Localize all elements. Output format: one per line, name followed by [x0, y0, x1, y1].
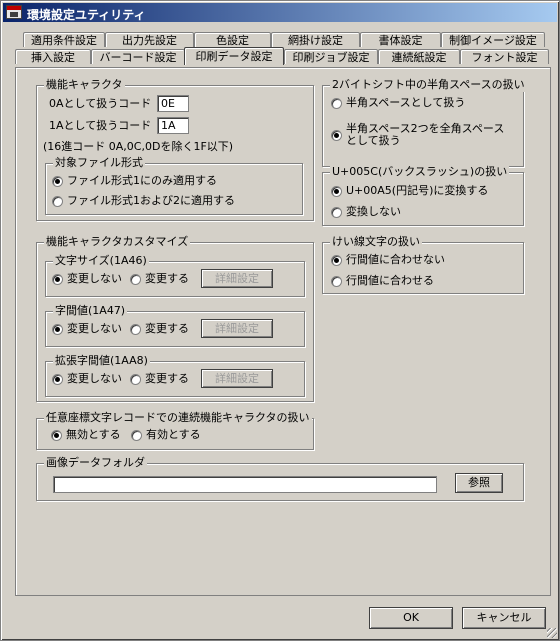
tab-print-data[interactable]: 印刷データ設定: [184, 47, 284, 65]
char-spacing-no-change-radio[interactable]: 変更しない: [52, 322, 122, 336]
char-spacing-legend: 字間値(1A47): [53, 304, 128, 318]
code-0a-input[interactable]: 0E: [157, 95, 189, 112]
ext-spacing-legend: 拡張字間値(1AA8): [53, 354, 150, 368]
radio-icon: [331, 97, 342, 109]
char-size-legend: 文字サイズ(1A46): [53, 254, 149, 268]
ruled-line-group: けい線文字の扱い 行間値に合わせない 行間値に合わせる: [322, 235, 524, 294]
shift-space-full-radio[interactable]: 半角スペース2つを全角スペース として扱う: [331, 123, 504, 147]
file-format-1-radio[interactable]: ファイル形式1にのみ適用する: [52, 174, 217, 188]
shift-space-group: 2バイトシフト中の半角スペースの扱い 半角スペースとして扱う 半角スペース2つを…: [322, 78, 527, 167]
ext-spacing-change-radio[interactable]: 変更する: [130, 372, 189, 386]
radio-icon: [130, 273, 141, 285]
char-size-change-radio[interactable]: 変更する: [130, 272, 189, 286]
tab-typeface[interactable]: 書体設定: [360, 32, 441, 47]
ruled-line-no-align-radio[interactable]: 行間値に合わせない: [331, 253, 445, 267]
char-size-detail-button[interactable]: 詳細設定: [201, 269, 273, 288]
radio-selected-icon: [331, 130, 342, 141]
tab-continuous-paper[interactable]: 連続紙設定: [378, 49, 460, 64]
file-format-group: 対象ファイル形式 ファイル形式1にのみ適用する ファイル形式1および2に適用する: [45, 156, 303, 215]
settings-window: 環境設定ユティリティ 適用条件設定 出力先設定 色設定 網掛け設定 書体設定 制…: [0, 0, 560, 641]
tab-color[interactable]: 色設定: [194, 32, 271, 47]
function-char-group: 機能キャラクタ 0Aとして扱うコード 0E 1Aとして扱うコード 1A (16進…: [36, 78, 314, 221]
browse-button[interactable]: 参照: [455, 473, 503, 493]
tab-output-destination[interactable]: 出力先設定: [105, 32, 194, 47]
continuous-char-group: 任意座標文字レコードでの連続機能キャラクタの扱い 無効とする 有効とする: [36, 411, 314, 450]
backslash-no-convert-radio[interactable]: 変換しない: [331, 205, 401, 219]
char-spacing-group: 字間値(1A47) 変更しない 変更する 詳細設定: [45, 304, 305, 347]
radio-selected-icon: [331, 185, 342, 197]
ext-spacing-no-change-radio[interactable]: 変更しない: [52, 372, 122, 386]
file-format-1-2-radio[interactable]: ファイル形式1および2に適用する: [52, 194, 235, 208]
char-size-group: 文字サイズ(1A46) 変更しない 変更する 詳細設定: [45, 254, 305, 297]
backslash-group: U+005C(バックスラッシュ)の扱い U+00A5(円記号)に変換する 変換し…: [322, 165, 524, 226]
resize-grip[interactable]: [547, 628, 557, 638]
radio-selected-icon: [51, 429, 62, 441]
shift-space-half-radio[interactable]: 半角スペースとして扱う: [331, 96, 465, 110]
code-1a-label: 1Aとして扱うコード: [49, 119, 152, 132]
code-range-note: (16進コード 0A,0C,0Dを除く1F以下): [43, 140, 234, 153]
continuous-invalid-radio[interactable]: 無効とする: [51, 428, 121, 442]
tab-apply-conditions[interactable]: 適用条件設定: [23, 32, 105, 47]
continuous-valid-radio[interactable]: 有効とする: [131, 428, 201, 442]
image-folder-input[interactable]: [53, 476, 437, 493]
char-size-no-change-radio[interactable]: 変更しない: [52, 272, 122, 286]
tab-panel-print-data: 機能キャラクタ 0Aとして扱うコード 0E 1Aとして扱うコード 1A (16進…: [15, 67, 551, 596]
function-char-legend: 機能キャラクタ: [44, 78, 125, 92]
ext-spacing-detail-button[interactable]: 詳細設定: [201, 369, 273, 388]
char-spacing-change-radio[interactable]: 変更する: [130, 322, 189, 336]
file-format-legend: 対象ファイル形式: [53, 156, 145, 170]
image-folder-group: 画像データフォルダ 参照: [36, 456, 524, 501]
radio-selected-icon: [52, 175, 63, 187]
code-1a-input[interactable]: 1A: [157, 117, 189, 134]
continuous-char-legend: 任意座標文字レコードでの連続機能キャラクタの扱い: [44, 411, 312, 425]
ruled-line-legend: けい線文字の扱い: [330, 235, 422, 249]
ok-button[interactable]: OK: [369, 607, 453, 629]
code-0a-label: 0Aとして扱うコード: [49, 97, 152, 110]
app-icon: [6, 5, 22, 19]
shift-space-legend: 2バイトシフト中の半角スペースの扱い: [330, 78, 527, 92]
window-title: 環境設定ユティリティ: [27, 8, 146, 22]
radio-icon: [331, 206, 342, 218]
char-spacing-detail-button[interactable]: 詳細設定: [201, 319, 273, 338]
radio-icon: [130, 323, 141, 335]
tab-font[interactable]: フォント設定: [460, 49, 549, 64]
radio-selected-icon: [331, 254, 342, 266]
ext-spacing-group: 拡張字間値(1AA8) 変更しない 変更する 詳細設定: [45, 354, 305, 397]
tab-barcode[interactable]: バーコード設定: [91, 49, 185, 64]
image-folder-legend: 画像データフォルダ: [44, 456, 147, 470]
radio-selected-icon: [52, 373, 63, 385]
customize-legend: 機能キャラクタカスタマイズ: [44, 235, 191, 249]
tab-print-job[interactable]: 印刷ジョブ設定: [284, 49, 378, 64]
ruled-line-align-radio[interactable]: 行間値に合わせる: [331, 274, 434, 288]
tab-shading[interactable]: 網掛け設定: [271, 32, 360, 47]
radio-selected-icon: [52, 273, 63, 285]
customize-group: 機能キャラクタカスタマイズ 文字サイズ(1A46) 変更しない 変更する 詳細設…: [36, 235, 314, 402]
tab-control-image[interactable]: 制御イメージ設定: [441, 32, 545, 47]
radio-icon: [131, 429, 142, 441]
backslash-legend: U+005C(バックスラッシュ)の扱い: [330, 165, 510, 179]
radio-icon: [52, 195, 63, 207]
cancel-button[interactable]: キャンセル: [462, 607, 546, 629]
title-bar[interactable]: 環境設定ユティリティ: [3, 3, 557, 22]
radio-icon: [130, 373, 141, 385]
radio-selected-icon: [52, 323, 63, 335]
tab-insert[interactable]: 挿入設定: [15, 49, 91, 64]
radio-icon: [331, 275, 342, 287]
backslash-convert-radio[interactable]: U+00A5(円記号)に変換する: [331, 184, 488, 198]
